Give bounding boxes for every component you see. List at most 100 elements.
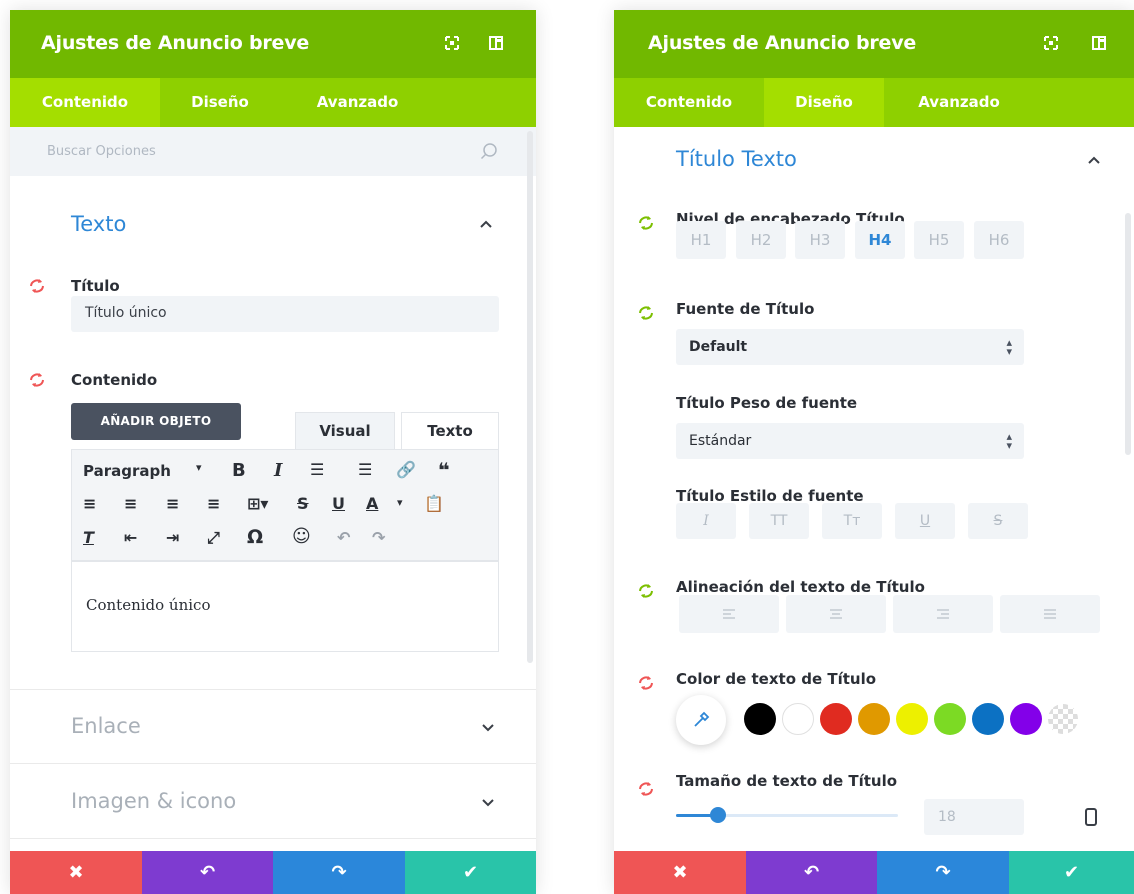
- font-weight-select[interactable]: Estándar ▴ ▾: [676, 423, 1024, 459]
- panel-header: Ajustes de Anuncio breve: [614, 10, 1134, 78]
- bullet-list-icon[interactable]: ☰: [310, 460, 324, 479]
- color-picker-button[interactable]: [676, 695, 726, 745]
- chevron-up-icon[interactable]: [1087, 155, 1101, 165]
- uppercase-button[interactable]: TT: [749, 503, 809, 539]
- heading-h5-button[interactable]: H5: [914, 221, 964, 259]
- tab-diseno[interactable]: Diseño: [160, 78, 280, 127]
- add-object-button[interactable]: AÑADIR OBJETO: [71, 403, 241, 440]
- phone-icon[interactable]: [1084, 807, 1098, 827]
- reset-icon[interactable]: [636, 780, 656, 798]
- section-title-enlace[interactable]: Enlace: [71, 714, 141, 738]
- reset-icon[interactable]: [636, 214, 656, 232]
- indent-icon[interactable]: ⇥: [166, 528, 179, 547]
- italic-icon[interactable]: I: [274, 460, 282, 481]
- tab-avanzado[interactable]: Avanzado: [884, 78, 1034, 127]
- color-swatch[interactable]: [820, 703, 852, 735]
- tab-visual[interactable]: Visual: [295, 412, 395, 449]
- reset-icon[interactable]: [636, 674, 656, 692]
- titulo-input[interactable]: Título único: [71, 296, 499, 332]
- sidebar-toggle-icon[interactable]: [1092, 36, 1106, 50]
- heading-h3-button[interactable]: H3: [795, 221, 845, 259]
- settings-panel-design: Ajustes de Anuncio breve Contenido Diseñ…: [614, 10, 1134, 894]
- strikethrough-button[interactable]: S: [968, 503, 1028, 539]
- align-right-icon[interactable]: ≡: [166, 494, 179, 513]
- justify-button[interactable]: [1000, 595, 1100, 633]
- chevron-down-icon[interactable]: [481, 723, 495, 733]
- color-swatch[interactable]: [858, 703, 890, 735]
- section-title-imagen[interactable]: Imagen & icono: [71, 789, 236, 813]
- reset-icon[interactable]: [636, 304, 656, 322]
- undo-button[interactable]: ↶: [746, 851, 877, 894]
- fullscreen-icon[interactable]: [445, 36, 459, 50]
- undo-icon[interactable]: ↶: [337, 528, 350, 547]
- strikethrough-icon[interactable]: S: [297, 494, 309, 513]
- color-swatch[interactable]: [1010, 703, 1042, 735]
- chevron-down-icon[interactable]: ▾: [196, 461, 202, 474]
- clear-format-icon[interactable]: T: [83, 528, 94, 547]
- section-title-texto[interactable]: Texto: [71, 212, 126, 236]
- size-slider-knob[interactable]: [710, 807, 727, 823]
- tab-diseno[interactable]: Diseño: [764, 78, 884, 127]
- color-swatch[interactable]: [896, 703, 928, 735]
- underline-button[interactable]: U: [895, 503, 955, 539]
- font-select[interactable]: Default ▴ ▾: [676, 329, 1024, 365]
- scrollbar[interactable]: [1125, 213, 1131, 455]
- size-input[interactable]: 18: [924, 799, 1024, 835]
- save-button[interactable]: ✔: [1009, 851, 1134, 894]
- redo-icon[interactable]: ↷: [372, 528, 385, 547]
- fullscreen-icon[interactable]: ⤢: [207, 528, 220, 548]
- color-swatch[interactable]: [934, 703, 966, 735]
- reset-icon[interactable]: [27, 277, 47, 295]
- redo-button[interactable]: ↷: [877, 851, 1009, 894]
- tab-contenido[interactable]: Contenido: [614, 78, 764, 127]
- color-swatch[interactable]: [782, 703, 814, 735]
- color-swatch[interactable]: [972, 703, 1004, 735]
- outdent-icon[interactable]: ⇤: [124, 528, 137, 547]
- reset-icon[interactable]: [27, 371, 47, 389]
- cancel-button[interactable]: ✖: [614, 851, 746, 894]
- justify-icon[interactable]: ≡: [207, 494, 220, 513]
- align-center-icon[interactable]: ≡: [124, 494, 137, 513]
- align-right-button[interactable]: [893, 595, 993, 633]
- align-center-button[interactable]: [786, 595, 886, 633]
- undo-button[interactable]: ↶: [142, 851, 273, 894]
- small-caps-button[interactable]: Tт: [822, 503, 882, 539]
- heading-h1-button[interactable]: H1: [676, 221, 726, 259]
- save-button[interactable]: ✔: [405, 851, 536, 894]
- fullscreen-icon[interactable]: [1044, 36, 1058, 50]
- numbered-list-icon[interactable]: ☰: [358, 460, 372, 479]
- tab-contenido[interactable]: Contenido: [10, 78, 160, 127]
- text-color-icon[interactable]: A: [366, 494, 378, 513]
- heading-h2-button[interactable]: H2: [736, 221, 786, 259]
- bold-icon[interactable]: B: [232, 460, 246, 481]
- paste-icon[interactable]: 📋: [424, 494, 444, 513]
- sidebar-toggle-icon[interactable]: [489, 36, 503, 50]
- font-label: Fuente de Título: [676, 300, 815, 318]
- link-icon[interactable]: 🔗: [396, 460, 416, 479]
- format-select[interactable]: Paragraph: [83, 462, 171, 480]
- color-swatch-transparent[interactable]: [1048, 704, 1078, 734]
- chevron-up-icon[interactable]: [479, 219, 493, 229]
- heading-h4-button[interactable]: H4: [855, 221, 905, 259]
- color-swatch[interactable]: [744, 703, 776, 735]
- italic-button[interactable]: I: [676, 503, 736, 539]
- special-char-icon[interactable]: Ω: [247, 526, 263, 548]
- editor-content-area[interactable]: Contenido único: [71, 561, 499, 652]
- underline-icon[interactable]: U: [332, 494, 345, 513]
- chevron-down-icon[interactable]: [481, 798, 495, 808]
- tab-avanzado[interactable]: Avanzado: [280, 78, 435, 127]
- emoji-icon[interactable]: ☺: [292, 526, 311, 547]
- cancel-button[interactable]: ✖: [10, 851, 142, 894]
- align-left-button[interactable]: [679, 595, 779, 633]
- redo-button[interactable]: ↷: [273, 851, 405, 894]
- chevron-down-icon[interactable]: ▾: [397, 496, 403, 509]
- align-left-icon[interactable]: ≡: [83, 494, 96, 513]
- scrollbar[interactable]: [527, 131, 533, 663]
- table-icon[interactable]: ⊞▾: [247, 494, 268, 513]
- reset-icon[interactable]: [636, 582, 656, 600]
- tab-texto[interactable]: Texto: [401, 412, 499, 449]
- search-bar[interactable]: Buscar Opciones: [10, 127, 536, 176]
- blockquote-icon[interactable]: ❝: [438, 458, 450, 482]
- section-title-titulo-texto[interactable]: Título Texto: [676, 147, 797, 171]
- heading-h6-button[interactable]: H6: [974, 221, 1024, 259]
